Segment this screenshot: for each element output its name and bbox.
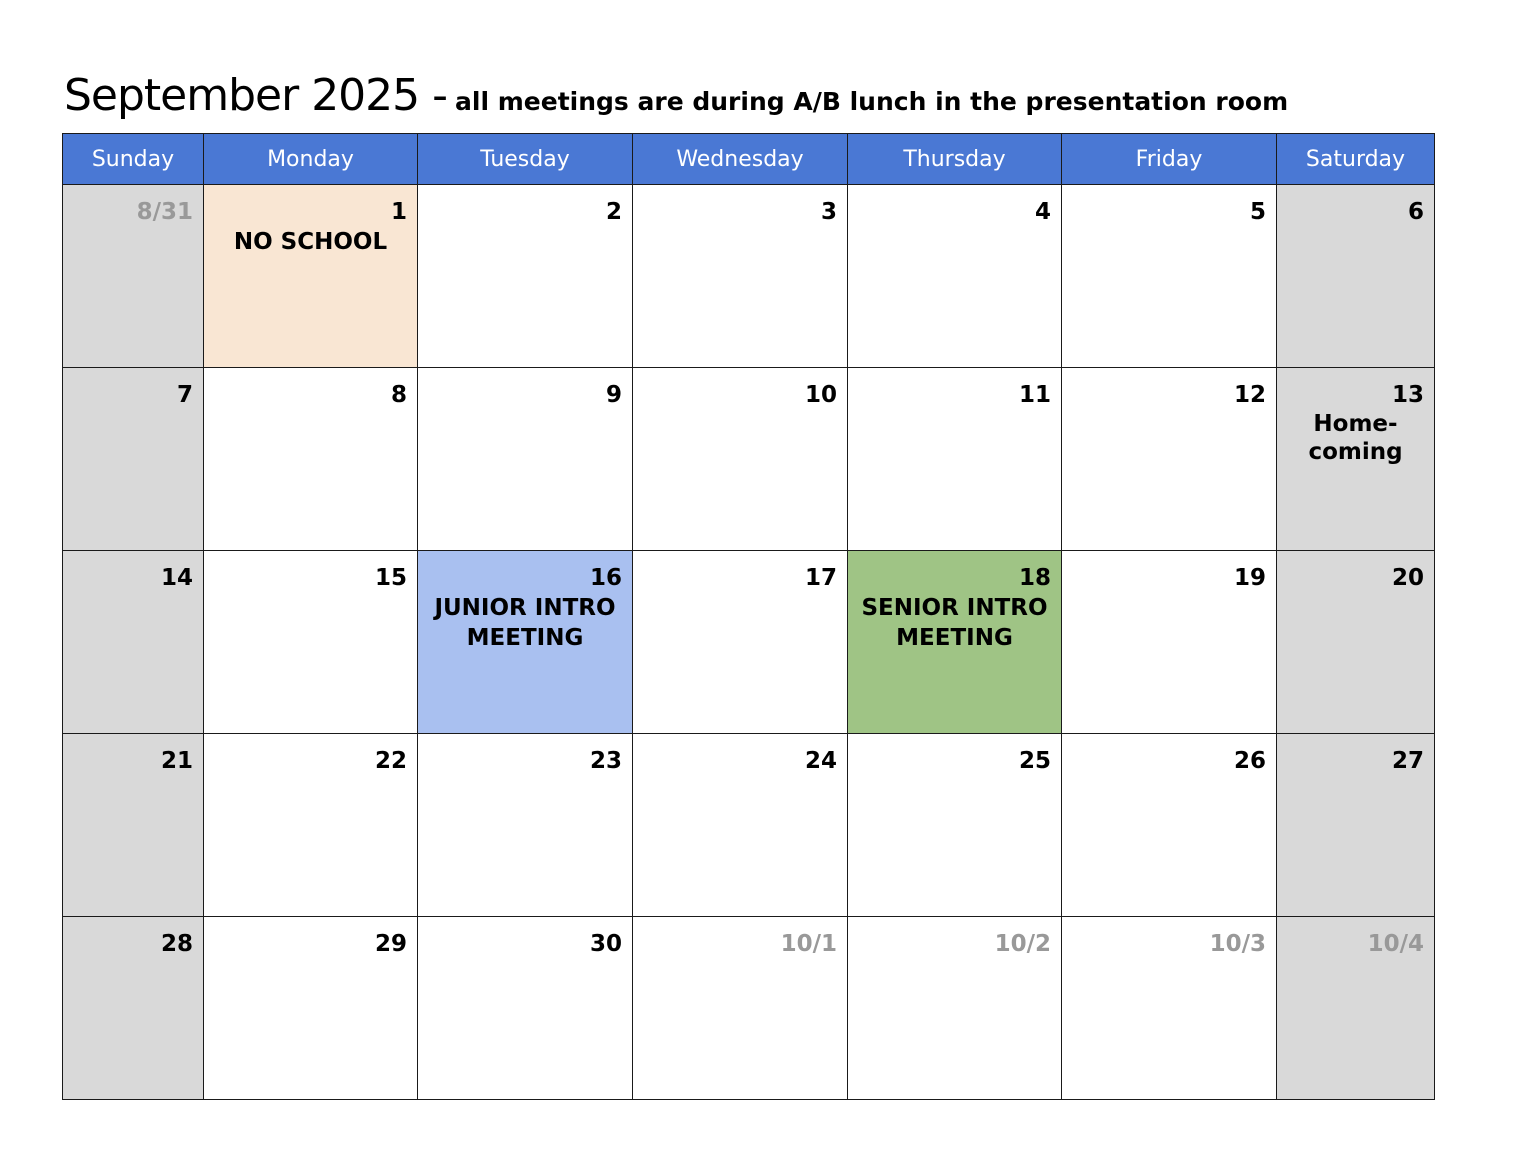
calendar-day-cell[interactable]: 30: [417, 916, 633, 1100]
day-number: 11: [1018, 382, 1051, 408]
calendar-week-row: 14 15 16 JUNIOR INTRO MEETING 17 18 SENIOR INT…: [62, 550, 1435, 734]
weekday-header-row: Sunday Monday Tuesday Wednesday Thursday…: [62, 133, 1435, 185]
day-number: 5: [1249, 199, 1266, 225]
day-number: 30: [589, 931, 622, 957]
calendar-day-cell[interactable]: 10/4: [1276, 916, 1435, 1100]
calendar-day-cell[interactable]: 6: [1276, 184, 1435, 368]
day-number: 21: [160, 748, 193, 774]
calendar-day-cell[interactable]: 21: [62, 733, 204, 917]
day-number: 7: [176, 382, 193, 408]
calendar-day-cell[interactable]: 9: [417, 367, 633, 551]
calendar-day-cell[interactable]: 4: [847, 184, 1062, 368]
day-number: 8: [390, 382, 407, 408]
calendar-day-cell[interactable]: 16 JUNIOR INTRO MEETING: [417, 550, 633, 734]
calendar-day-cell[interactable]: 26: [1061, 733, 1277, 917]
calendar-day-cell[interactable]: 10: [632, 367, 848, 551]
calendar-day-cell[interactable]: 23: [417, 733, 633, 917]
calendar-day-cell[interactable]: 10/1: [632, 916, 848, 1100]
day-number: 26: [1233, 748, 1266, 774]
calendar-day-cell[interactable]: 25: [847, 733, 1062, 917]
weekday-saturday: Saturday: [1276, 133, 1435, 185]
day-number: 1: [390, 199, 407, 225]
calendar-day-cell[interactable]: 10/2: [847, 916, 1062, 1100]
weekday-wednesday: Wednesday: [632, 133, 848, 185]
calendar-day-cell[interactable]: 10/3: [1061, 916, 1277, 1100]
day-event-label: SENIOR INTRO MEETING: [861, 595, 1048, 651]
weekday-tuesday: Tuesday: [417, 133, 633, 185]
calendar-day-cell[interactable]: 17: [632, 550, 848, 734]
day-number: 28: [160, 931, 193, 957]
day-number: 10/3: [1209, 931, 1266, 957]
calendar-day-cell[interactable]: 20: [1276, 550, 1435, 734]
day-number: 17: [804, 565, 837, 591]
calendar-week-row: 8/31 1 NO SCHOOL 2 3 4 5 6: [62, 184, 1435, 368]
calendar-day-cell[interactable]: 7: [62, 367, 204, 551]
calendar-day-cell[interactable]: 11: [847, 367, 1062, 551]
day-number: 8/31: [136, 199, 193, 225]
weekday-sunday: Sunday: [62, 133, 204, 185]
day-number: 10/1: [780, 931, 837, 957]
calendar-day-cell[interactable]: 1 NO SCHOOL: [203, 184, 418, 368]
day-number: 19: [1233, 565, 1266, 591]
calendar-day-cell[interactable]: 28: [62, 916, 204, 1100]
day-number: 16: [589, 565, 622, 591]
day-number: 12: [1233, 382, 1266, 408]
calendar-day-cell[interactable]: 19: [1061, 550, 1277, 734]
calendar-day-cell[interactable]: 3: [632, 184, 848, 368]
calendar-day-cell[interactable]: 18 SENIOR INTRO MEETING: [847, 550, 1062, 734]
calendar-week-row: 21 22 23 24 25 26 27: [62, 733, 1435, 917]
day-number: 29: [374, 931, 407, 957]
day-number: 24: [804, 748, 837, 774]
calendar-day-cell[interactable]: 24: [632, 733, 848, 917]
day-number: 9: [605, 382, 622, 408]
calendar-grid: Sunday Monday Tuesday Wednesday Thursday…: [62, 133, 1435, 1100]
calendar-day-cell[interactable]: 2: [417, 184, 633, 368]
calendar-day-cell[interactable]: 15: [203, 550, 418, 734]
day-number: 27: [1391, 748, 1424, 774]
day-number: 3: [820, 199, 837, 225]
calendar-day-cell[interactable]: 27: [1276, 733, 1435, 917]
day-number: 15: [374, 565, 407, 591]
day-number: 4: [1034, 199, 1051, 225]
day-number: 20: [1391, 565, 1424, 591]
day-event-label: Home- coming: [1308, 411, 1403, 465]
meeting-note: all meetings are during A/B lunch in the…: [455, 87, 1289, 116]
weekday-friday: Friday: [1061, 133, 1277, 185]
day-number: 25: [1018, 748, 1051, 774]
calendar-day-cell[interactable]: 13 Home- coming: [1276, 367, 1435, 551]
calendar-day-cell[interactable]: 14: [62, 550, 204, 734]
calendar-week-row: 7 8 9 10 11 12 13 Home- coming: [62, 367, 1435, 551]
day-number: 23: [589, 748, 622, 774]
day-number: 22: [374, 748, 407, 774]
day-event-label: JUNIOR INTRO MEETING: [434, 595, 616, 651]
month-title: September 2025 -: [64, 70, 448, 121]
calendar-day-cell[interactable]: 8/31: [62, 184, 204, 368]
day-number: 10/2: [994, 931, 1051, 957]
day-event-label: NO SCHOOL: [233, 229, 388, 255]
weekday-thursday: Thursday: [847, 133, 1062, 185]
calendar-day-cell[interactable]: 29: [203, 916, 418, 1100]
day-number: 14: [160, 565, 193, 591]
day-number: 18: [1018, 565, 1051, 591]
day-number: 10: [804, 382, 837, 408]
calendar-day-cell[interactable]: 5: [1061, 184, 1277, 368]
day-number: 2: [605, 199, 622, 225]
calendar-day-cell[interactable]: 12: [1061, 367, 1277, 551]
day-number: 6: [1407, 199, 1424, 225]
calendar-body: 8/31 1 NO SCHOOL 2 3 4 5 6 7 8 9 10 11 12 13 Home- comi…: [62, 184, 1435, 1100]
day-number: 13: [1391, 382, 1424, 408]
calendar-week-row: 28 29 30 10/1 10/2 10/3 10/4: [62, 916, 1435, 1100]
weekday-monday: Monday: [203, 133, 418, 185]
calendar-day-cell[interactable]: 22: [203, 733, 418, 917]
calendar-day-cell[interactable]: 8: [203, 367, 418, 551]
calendar-title: September 2025 - all meetings are during …: [64, 70, 1288, 121]
day-number: 10/4: [1367, 931, 1424, 957]
